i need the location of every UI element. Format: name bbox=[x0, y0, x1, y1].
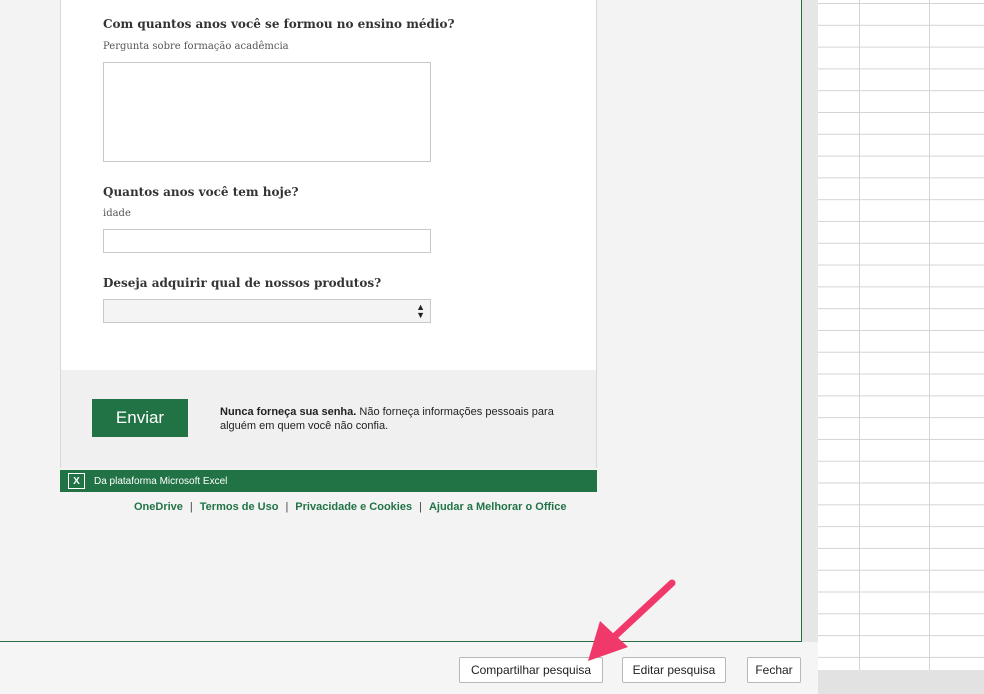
question-3-title: Deseja adquirir qual de nossos produtos? bbox=[103, 276, 382, 290]
footer-link-privacy[interactable]: Privacidade e Cookies bbox=[295, 501, 412, 513]
excel-platform-text: Da plataforma Microsoft Excel bbox=[94, 475, 228, 487]
footer-separator: | bbox=[285, 501, 289, 513]
footer-separator: | bbox=[419, 501, 422, 513]
question-1-subtitle: Pergunta sobre formação acadêmcia bbox=[103, 41, 289, 52]
survey-dialog: Com quantos anos você se formou no ensin… bbox=[0, 0, 802, 642]
share-survey-button[interactable]: Compartilhar pesquisa bbox=[459, 657, 603, 683]
question-1-title: Com quantos anos você se formou no ensin… bbox=[103, 17, 455, 31]
select-arrows-icon: ▲ ▼ bbox=[416, 302, 425, 320]
footer-link-onedrive[interactable]: OneDrive bbox=[134, 501, 183, 513]
submit-button[interactable]: Enviar bbox=[92, 399, 188, 437]
password-warning-bold: Nunca forneça sua senha. bbox=[220, 406, 357, 418]
submit-area: Enviar Nunca forneça sua senha. Não forn… bbox=[61, 370, 596, 468]
question-2-input[interactable] bbox=[103, 229, 431, 253]
close-button[interactable]: Fechar bbox=[747, 657, 801, 683]
footer-link-terms[interactable]: Termos de Uso bbox=[200, 501, 279, 513]
question-1-textarea[interactable] bbox=[103, 62, 431, 162]
spreadsheet-statusbar bbox=[818, 670, 984, 694]
question-3-select[interactable]: ▲ ▼ bbox=[103, 299, 431, 323]
edit-survey-button[interactable]: Editar pesquisa bbox=[622, 657, 726, 683]
footer-links: OneDrive | Termos de Uso | Privacidade e… bbox=[134, 501, 604, 513]
password-warning: Nunca forneça sua senha. Não forneça inf… bbox=[220, 405, 560, 433]
excel-platform-bar: X Da plataforma Microsoft Excel bbox=[60, 470, 597, 492]
question-2-title: Quantos anos você tem hoje? bbox=[103, 185, 299, 199]
question-2-subtitle: idade bbox=[103, 208, 131, 219]
footer-link-improve-office[interactable]: Ajudar a Melhorar o Office bbox=[429, 501, 567, 513]
excel-logo-icon: X bbox=[68, 473, 85, 489]
spreadsheet-background bbox=[818, 0, 984, 694]
footer-separator: | bbox=[189, 501, 193, 513]
survey-form: Com quantos anos você se formou no ensin… bbox=[60, 0, 597, 468]
